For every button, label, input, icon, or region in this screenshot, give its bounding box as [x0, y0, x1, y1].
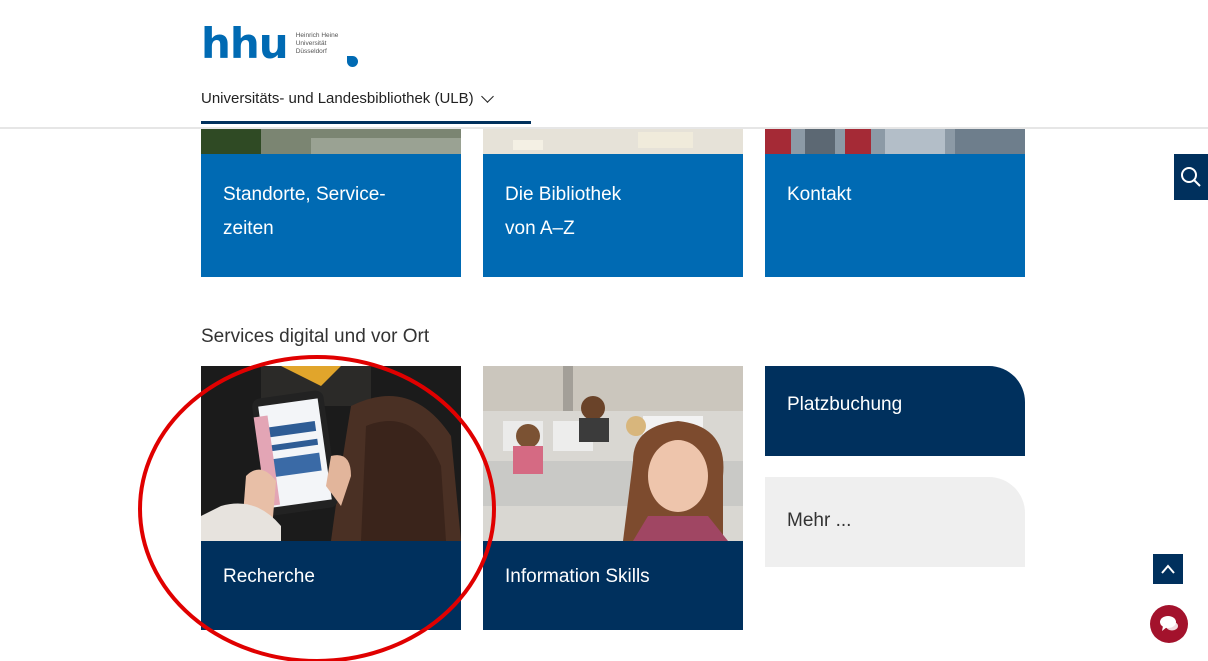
link-mehr[interactable]: Mehr ...: [765, 477, 1025, 567]
tile-photo-strip: [201, 128, 461, 154]
header-divider: [0, 127, 1208, 129]
card-recherche[interactable]: Recherche: [201, 366, 461, 630]
tile-photo-strip: [765, 128, 1025, 154]
search-icon: [1181, 167, 1201, 187]
logo-dot: [347, 56, 358, 67]
tile-standorte[interactable]: Standorte, Service- zeiten: [201, 128, 461, 277]
tile-label-line: Kontakt: [787, 184, 852, 205]
tile-label-line: von A–Z: [505, 218, 575, 239]
search-button[interactable]: [1174, 154, 1208, 200]
hhu-logo[interactable]: hhu Heinrich Heine Universität Düsseldor…: [201, 19, 358, 68]
information-skills-photo-art: [483, 366, 743, 541]
ulb-nav-label: Universitäts- und Landesbibliothek (ULB): [201, 90, 474, 107]
link-label: Platzbuchung: [787, 394, 903, 415]
tile-image: [765, 128, 1025, 154]
logo-sub-line: Düsseldorf: [295, 48, 327, 55]
logo-sub-line: Universität: [295, 40, 327, 47]
card-information-skills[interactable]: Information Skills: [483, 366, 743, 630]
link-platzbuchung[interactable]: Platzbuchung: [765, 366, 1025, 456]
nav-active-underline: [201, 121, 531, 124]
tile-label-line: Standorte, Service-: [223, 184, 386, 205]
site-header: hhu Heinrich Heine Universität Düsseldor…: [0, 0, 1208, 128]
ulb-nav-dropdown[interactable]: Universitäts- und Landesbibliothek (ULB): [201, 90, 495, 107]
tile-bibliothek-a-z[interactable]: Die Bibliothek von A–Z: [483, 128, 743, 277]
tile-label: Die Bibliothek von A–Z: [505, 178, 621, 246]
tile-image: [201, 128, 461, 154]
logo-wordmark: hhu: [201, 19, 289, 68]
chat-button[interactable]: [1150, 605, 1188, 643]
card-label: Information Skills: [505, 566, 650, 587]
tile-kontakt[interactable]: Kontakt: [765, 128, 1025, 277]
tile-label: Kontakt: [787, 178, 851, 212]
logo-subtitle: Heinrich Heine Universität Düsseldorf: [296, 32, 339, 56]
tile-photo-strip: [483, 128, 743, 154]
tile-label-line: zeiten: [223, 218, 274, 239]
recherche-photo: [201, 366, 461, 541]
tile-label-line: Die Bibliothek: [505, 184, 622, 205]
recherche-photo-art: [201, 366, 461, 541]
tile-label: Standorte, Service- zeiten: [223, 178, 386, 246]
card-label: Recherche: [223, 566, 315, 587]
logo-sub-line: Heinrich Heine: [295, 32, 339, 39]
tile-image: [483, 128, 743, 154]
information-skills-photo: [483, 366, 743, 541]
link-label: Mehr ...: [787, 510, 852, 531]
chat-icon: [1160, 616, 1178, 631]
chevron-up-icon: [1161, 564, 1175, 574]
section-title: Services digital und vor Ort: [201, 326, 430, 347]
back-to-top-button[interactable]: [1153, 554, 1183, 584]
chevron-down-icon: [480, 90, 494, 103]
